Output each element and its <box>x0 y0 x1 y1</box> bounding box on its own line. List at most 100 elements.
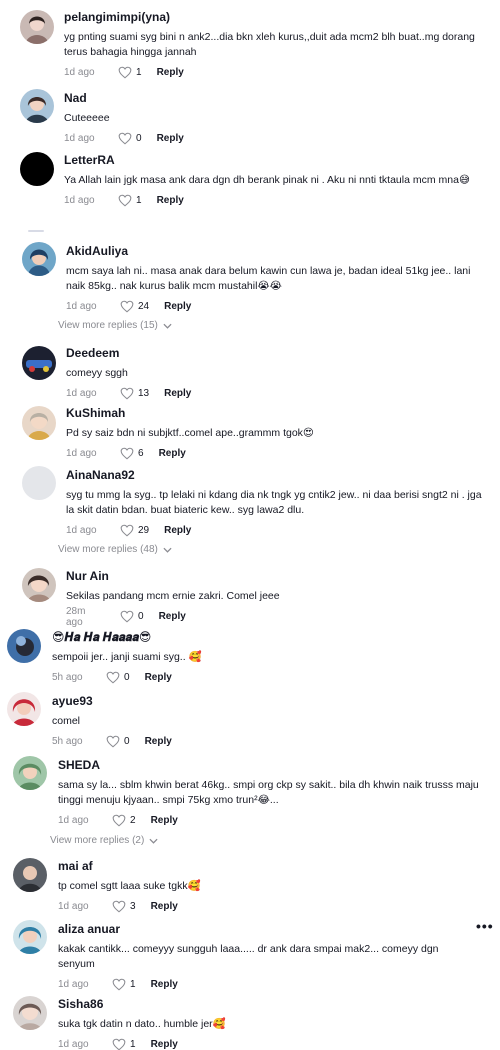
like-button[interactable]: 6 <box>120 447 144 460</box>
avatar[interactable] <box>13 996 47 1030</box>
reply-button[interactable]: Reply <box>164 388 191 399</box>
comment-time: 5h ago <box>52 736 83 747</box>
comment-username[interactable]: 😎𝑯𝒂 𝑯𝒂 𝑯𝒂𝒂𝒂𝒂😎 <box>52 630 482 645</box>
avatar[interactable] <box>13 756 47 790</box>
comment-username[interactable]: LetterRA <box>64 153 484 168</box>
reply-button[interactable]: Reply <box>157 133 184 144</box>
like-count: 1 <box>130 1039 136 1050</box>
comment-text: comeyy sggh <box>66 367 128 379</box>
reply-button[interactable]: Reply <box>164 301 191 312</box>
comment-username[interactable]: mai af <box>58 859 488 874</box>
reply-button[interactable]: Reply <box>145 672 172 683</box>
comment-username[interactable]: Sisha86 <box>58 997 488 1012</box>
reply-button[interactable]: Reply <box>151 1039 178 1050</box>
user-avatar-icon <box>22 568 56 602</box>
comment-username[interactable]: ayue93 <box>52 694 482 709</box>
more-options-icon[interactable]: ••• <box>476 918 494 934</box>
reply-button[interactable]: Reply <box>151 901 178 912</box>
avatar[interactable] <box>22 346 56 380</box>
heart-icon <box>120 524 134 536</box>
heart-icon <box>120 300 134 312</box>
avatar[interactable] <box>7 629 41 663</box>
user-avatar-icon <box>13 858 47 892</box>
avatar[interactable] <box>22 242 56 276</box>
like-button[interactable]: 13 <box>120 387 149 400</box>
user-avatar-icon <box>7 692 41 726</box>
avatar[interactable] <box>22 568 56 602</box>
like-button[interactable]: 1 <box>118 194 142 207</box>
like-count: 1 <box>136 66 142 78</box>
comment-time: 1d ago <box>58 978 89 990</box>
reply-button[interactable]: Reply <box>151 815 178 826</box>
comment-username[interactable]: AkidAuliya <box>66 244 486 259</box>
user-avatar-icon <box>20 89 54 123</box>
avatar[interactable] <box>20 89 54 123</box>
view-more-replies-button[interactable]: View more replies (15) <box>58 320 172 331</box>
like-button[interactable]: 29 <box>120 524 149 537</box>
avatar[interactable] <box>22 466 56 500</box>
like-count: 6 <box>138 448 144 459</box>
heart-icon <box>120 447 134 460</box>
like-button[interactable]: 3 <box>112 900 136 913</box>
comment-time: 1d ago <box>58 901 89 912</box>
comment-time: 5h ago <box>52 672 83 683</box>
like-count: 29 <box>138 524 150 536</box>
user-avatar-icon <box>20 10 54 44</box>
avatar[interactable] <box>13 858 47 892</box>
comment-text: syg tu mmg la syg.. tp lelaki ni kdang d… <box>66 489 482 516</box>
like-button[interactable]: 0 <box>106 735 130 748</box>
like-button[interactable]: 1 <box>112 1038 136 1050</box>
user-avatar-icon <box>20 152 54 186</box>
comment-text: sama sy la... sblm khwin berat 46kg.. sm… <box>58 779 479 806</box>
like-button[interactable]: 1 <box>118 66 142 79</box>
view-more-replies-button[interactable]: View more replies (2) <box>50 835 158 846</box>
reply-button[interactable]: Reply <box>159 448 186 459</box>
chevron-down-icon <box>163 547 172 553</box>
like-button[interactable]: 24 <box>120 300 149 313</box>
comment-username[interactable]: aliza anuar <box>58 922 478 937</box>
view-more-replies-button[interactable]: View more replies (48) <box>58 544 172 555</box>
comment-username[interactable]: pelangimimpi(yna) <box>64 10 484 25</box>
comment-text: Pd sy saiz bdn ni subjktf..comel ape..gr… <box>66 427 314 439</box>
heart-icon <box>112 978 126 990</box>
heart-icon <box>118 194 132 207</box>
heart-icon <box>118 66 132 78</box>
heart-icon <box>112 1038 126 1050</box>
reply-button[interactable]: Reply <box>151 979 178 990</box>
comment-username[interactable]: Nad <box>64 91 484 106</box>
scroll-indicator <box>28 230 44 232</box>
comment-username[interactable]: KuShimah <box>66 406 486 421</box>
like-button[interactable]: 1 <box>112 978 136 991</box>
comment-time: 1d ago <box>64 195 95 206</box>
comment-username[interactable]: Nur Ain <box>66 569 486 584</box>
like-count: 1 <box>136 195 142 206</box>
comment-username[interactable]: SHEDA <box>58 758 488 773</box>
avatar[interactable] <box>22 406 56 440</box>
like-count: 0 <box>136 133 142 144</box>
like-count: 1 <box>130 978 136 990</box>
heart-icon <box>120 387 134 400</box>
user-avatar-icon <box>7 629 41 663</box>
like-button[interactable]: 2 <box>112 814 136 827</box>
reply-button[interactable]: Reply <box>159 611 186 622</box>
user-avatar-icon <box>22 406 56 440</box>
like-button[interactable]: 0 <box>120 610 144 623</box>
reply-button[interactable]: Reply <box>157 67 184 78</box>
like-count: 13 <box>138 388 150 399</box>
reply-button[interactable]: Reply <box>157 195 184 206</box>
avatar[interactable] <box>20 152 54 186</box>
comment-username[interactable]: AinaNana92 <box>66 468 486 483</box>
like-count: 0 <box>124 672 130 683</box>
comment-username[interactable]: Deedeem <box>66 346 486 361</box>
like-button[interactable]: 0 <box>118 132 142 145</box>
comment-text: Cuteeeee <box>64 112 110 124</box>
avatar[interactable] <box>13 920 47 954</box>
like-button[interactable]: 0 <box>106 671 130 684</box>
like-count: 2 <box>130 814 136 826</box>
user-avatar-icon <box>13 996 47 1030</box>
reply-button[interactable]: Reply <box>164 525 191 536</box>
avatar[interactable] <box>20 10 54 44</box>
reply-button[interactable]: Reply <box>145 736 172 747</box>
comment-text: sempoii jer.. janji suami syg.. 🥰 <box>52 651 202 663</box>
avatar[interactable] <box>7 692 41 726</box>
